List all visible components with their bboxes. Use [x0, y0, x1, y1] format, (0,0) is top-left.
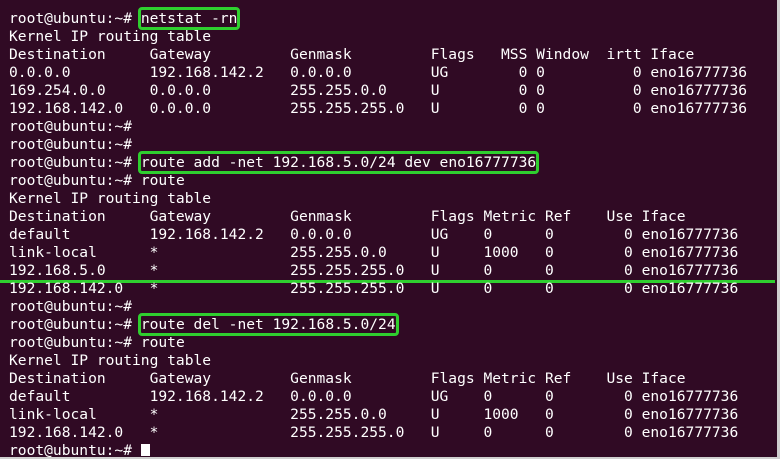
output-line: Kernel IP routing table: [9, 190, 212, 207]
prompt: root@ubuntu:~#: [9, 442, 133, 459]
table-header: Destination Gateway Genmask Flags Metric…: [9, 370, 686, 387]
table-row: default 192.168.142.2 0.0.0.0 UG 0 0 0 e…: [9, 226, 739, 243]
prompt: root@ubuntu:~#: [9, 316, 133, 333]
prompt-line: root@ubuntu:~# route: [9, 334, 185, 352]
table-row: link-local * 255.255.0.0 U 1000 0 0 eno1…: [9, 406, 739, 423]
command-route: route: [140, 172, 185, 189]
command-route-add: route add -net 192.168.5.0/24 dev eno167…: [137, 151, 540, 174]
prompt-line: root@ubuntu:~# route add -net 192.168.5.…: [9, 151, 540, 174]
prompt-line[interactable]: root@ubuntu:~#: [9, 442, 150, 459]
table-row: 192.168.142.0 * 255.255.255.0 U 0 0 0 en…: [9, 280, 739, 297]
text-cursor: [140, 444, 150, 456]
output-line: Kernel IP routing table: [9, 352, 212, 369]
command-netstat: netstat -rn: [137, 7, 241, 30]
table-header: Destination Gateway Genmask Flags Metric…: [9, 208, 686, 225]
table-row: 192.168.142.0 * 255.255.255.0 U 0 0 0 en…: [9, 424, 739, 441]
table-row: 192.168.142.0 0.0.0.0 255.255.255.0 U 0 …: [9, 100, 748, 117]
prompt: root@ubuntu:~#: [9, 10, 133, 27]
prompt: root@ubuntu:~#: [9, 154, 133, 171]
command-route: route: [140, 334, 185, 351]
prompt: root@ubuntu:~#: [9, 298, 133, 315]
prompt: root@ubuntu:~#: [9, 172, 133, 189]
command-route-del: route del -net 192.168.5.0/24: [137, 313, 399, 336]
prompt-line: root@ubuntu:~#: [9, 118, 132, 136]
output-line: Kernel IP routing table: [9, 28, 212, 45]
prompt: root@ubuntu:~#: [9, 136, 133, 153]
prompt: root@ubuntu:~#: [9, 118, 133, 135]
table-row: link-local * 255.255.0.0 U 1000 0 0 eno1…: [9, 244, 739, 261]
prompt-line: root@ubuntu:~# route: [9, 172, 185, 190]
table-row-added-route: 192.168.5.0 * 255.255.255.0 U 0 0 0 eno1…: [9, 262, 739, 279]
prompt-line: root@ubuntu:~# route del -net 192.168.5.…: [9, 313, 399, 336]
table-row: 169.254.0.0 0.0.0.0 255.255.0.0 U 0 0 0 …: [9, 82, 748, 99]
table-row: 0.0.0.0 192.168.142.2 0.0.0.0 UG 0 0 0 e…: [9, 64, 748, 81]
terminal-window[interactable]: root@ubuntu:~# netstat -rn Kernel IP rou…: [0, 0, 780, 459]
prompt: root@ubuntu:~#: [9, 334, 133, 351]
prompt-line: root@ubuntu:~#: [9, 298, 132, 316]
prompt-line: root@ubuntu:~# netstat -rn: [9, 7, 241, 30]
table-header: Destination Gateway Genmask Flags MSS Wi…: [9, 46, 695, 63]
table-row: default 192.168.142.2 0.0.0.0 UG 0 0 0 e…: [9, 388, 739, 405]
prompt-line: root@ubuntu:~#: [9, 136, 132, 154]
